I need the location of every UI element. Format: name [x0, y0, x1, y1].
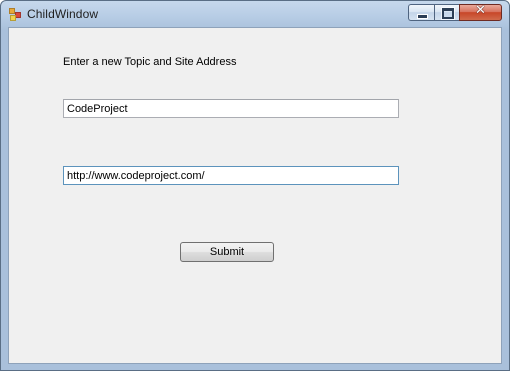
app-icon-square	[10, 15, 16, 21]
close-button[interactable]: ✕	[459, 3, 502, 21]
form-client-area: Enter a new Topic and Site Address Submi…	[8, 27, 502, 364]
caption-buttons: ✕	[408, 3, 502, 21]
topic-input[interactable]	[63, 99, 399, 118]
title-bar[interactable]: ChildWindow ✕	[1, 1, 509, 27]
child-window: ChildWindow ✕ Enter a new Topic and Site…	[0, 0, 510, 371]
submit-button[interactable]: Submit	[180, 242, 274, 262]
minimize-button[interactable]	[408, 4, 434, 21]
instruction-label: Enter a new Topic and Site Address	[63, 56, 237, 68]
maximize-icon	[441, 7, 455, 20]
window-title: ChildWindow	[27, 7, 99, 21]
close-icon: ✕	[475, 3, 486, 18]
minimize-icon	[417, 14, 428, 19]
maximize-button[interactable]	[434, 4, 459, 21]
app-icon[interactable]	[9, 8, 22, 21]
site-address-input[interactable]	[63, 166, 399, 185]
